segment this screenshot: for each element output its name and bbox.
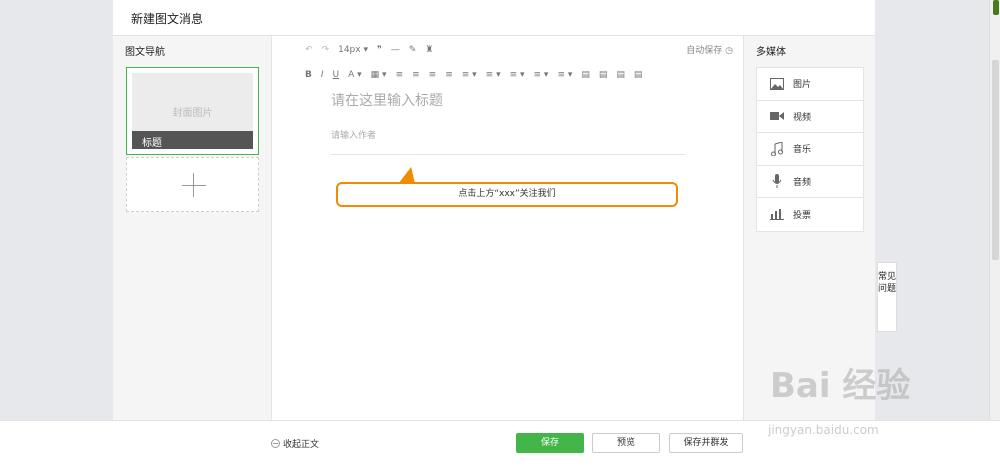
redo-icon[interactable]: ↷ bbox=[322, 43, 330, 57]
editor-area: ↶ ↷ 14px ▾ ❞ — ✎ ♜ 自动保存 ◷ B I U A ▾ ▦ ▾ … bbox=[273, 36, 743, 420]
watermark-logo: Bai 经验 bbox=[770, 366, 911, 406]
row-spacing-top-icon[interactable]: ≡ ▾ bbox=[462, 68, 477, 82]
plus-icon-vertical bbox=[193, 173, 194, 197]
media-title: 多媒体 bbox=[756, 47, 786, 58]
font-size-select[interactable]: 14px ▾ bbox=[338, 43, 368, 57]
horizontal-rule-icon[interactable]: — bbox=[391, 43, 400, 57]
toolbar-row-2: B I U A ▾ ▦ ▾ ≡ ≡ ≡ ≡ ≡ ▾ ≡ ▾ ≡ ▾ ≡ ▾ ≡ … bbox=[305, 68, 651, 82]
image-icon bbox=[769, 77, 785, 91]
collapse-body-button[interactable]: 收起正文 bbox=[271, 437, 319, 450]
media-item-label: 视频 bbox=[793, 112, 812, 123]
article-card-selected[interactable]: 封面图片 标题 bbox=[126, 67, 259, 155]
music-icon bbox=[769, 141, 785, 156]
line-height-icon[interactable]: ≡ ▾ bbox=[510, 68, 525, 82]
scrollbar[interactable] bbox=[989, 0, 1000, 466]
bold-icon[interactable]: B bbox=[305, 68, 312, 82]
autosave-label: 自动保存 bbox=[686, 46, 723, 56]
video-icon bbox=[769, 109, 785, 123]
media-item-video[interactable]: 视频 bbox=[757, 101, 863, 133]
font-color-icon[interactable]: A ▾ bbox=[348, 68, 362, 82]
clear-format-icon[interactable]: ✎ bbox=[409, 43, 417, 57]
save-and-send-button[interactable]: 保存并群发 bbox=[669, 433, 743, 453]
cover-title: 标题 bbox=[132, 131, 253, 149]
preview-button[interactable]: 预览 bbox=[592, 433, 660, 453]
scrollbar-thumb[interactable] bbox=[992, 60, 999, 260]
indent-icon[interactable]: ▤ bbox=[634, 68, 643, 82]
plus-icon bbox=[182, 185, 206, 186]
title-input[interactable]: 请在这里输入标题 bbox=[331, 90, 443, 110]
autosave-status: 自动保存 ◷ bbox=[686, 43, 733, 56]
cover-image: 封面图片 标题 bbox=[132, 73, 253, 149]
italic-icon[interactable]: I bbox=[321, 68, 324, 82]
article-nav-panel: 图文导航 封面图片 标题 bbox=[113, 36, 272, 420]
background-color-icon[interactable]: ▦ ▾ bbox=[371, 68, 387, 82]
cover-placeholder: 封面图片 bbox=[172, 108, 213, 119]
author-input[interactable]: 请输入作者 bbox=[331, 128, 376, 141]
scroll-indicator bbox=[993, 0, 999, 15]
media-item-poll[interactable]: 投票 bbox=[757, 198, 863, 231]
row-spacing-bottom-icon[interactable]: ≡ ▾ bbox=[486, 68, 501, 82]
unordered-list-icon[interactable]: ≡ ▾ bbox=[557, 68, 572, 82]
blockquote-icon[interactable]: ❞ bbox=[377, 43, 382, 57]
align-left-icon[interactable]: ≡ bbox=[396, 68, 404, 82]
format-brush-icon[interactable]: ♜ bbox=[425, 43, 433, 57]
microphone-icon bbox=[769, 174, 785, 189]
ordered-list-icon[interactable]: ≡ ▾ bbox=[534, 68, 549, 82]
media-item-label: 投票 bbox=[793, 210, 812, 221]
media-item-music[interactable]: 音乐 bbox=[757, 133, 863, 166]
divider bbox=[331, 154, 685, 155]
faq-button[interactable]: 常见问题 bbox=[877, 262, 897, 332]
toolbar-row-1: ↶ ↷ 14px ▾ ❞ — ✎ ♜ bbox=[305, 43, 442, 57]
align-center-icon[interactable]: ≡ bbox=[412, 68, 420, 82]
float-none-icon[interactable]: ▤ bbox=[599, 68, 608, 82]
clock-icon: ◷ bbox=[725, 46, 733, 56]
media-item-label: 音频 bbox=[793, 177, 812, 188]
align-justify-icon[interactable]: ≡ bbox=[445, 68, 453, 82]
watermark-url: jingyan.baidu.com bbox=[768, 423, 879, 437]
underline-icon[interactable]: U bbox=[333, 68, 340, 82]
follow-tip-box[interactable]: 点击上方“xxx”关注我们 bbox=[336, 182, 678, 207]
collapse-icon bbox=[271, 439, 280, 448]
nav-title: 图文导航 bbox=[125, 47, 165, 58]
undo-icon[interactable]: ↶ bbox=[305, 43, 313, 57]
save-button[interactable]: 保存 bbox=[516, 433, 584, 453]
editor-page: 新建图文消息 图文导航 封面图片 标题 ↶ ↷ 14px ▾ ❞ — ✎ ♜ 自… bbox=[113, 0, 875, 466]
media-item-image[interactable]: 图片 bbox=[757, 68, 863, 101]
collapse-label: 收起正文 bbox=[283, 440, 320, 450]
float-right-icon[interactable]: ▤ bbox=[616, 68, 625, 82]
media-list: 图片 视频 音乐 音频 投票 bbox=[756, 67, 864, 232]
media-item-label: 图片 bbox=[793, 80, 812, 91]
page-title: 新建图文消息 bbox=[131, 12, 204, 26]
tip-arrow bbox=[398, 167, 420, 183]
add-article-button[interactable] bbox=[126, 157, 259, 212]
align-right-icon[interactable]: ≡ bbox=[429, 68, 437, 82]
media-item-audio[interactable]: 音频 bbox=[757, 166, 863, 198]
float-left-icon[interactable]: ▤ bbox=[581, 68, 590, 82]
page-header: 新建图文消息 bbox=[113, 0, 875, 36]
poll-icon bbox=[769, 207, 785, 221]
media-item-label: 音乐 bbox=[793, 145, 812, 156]
